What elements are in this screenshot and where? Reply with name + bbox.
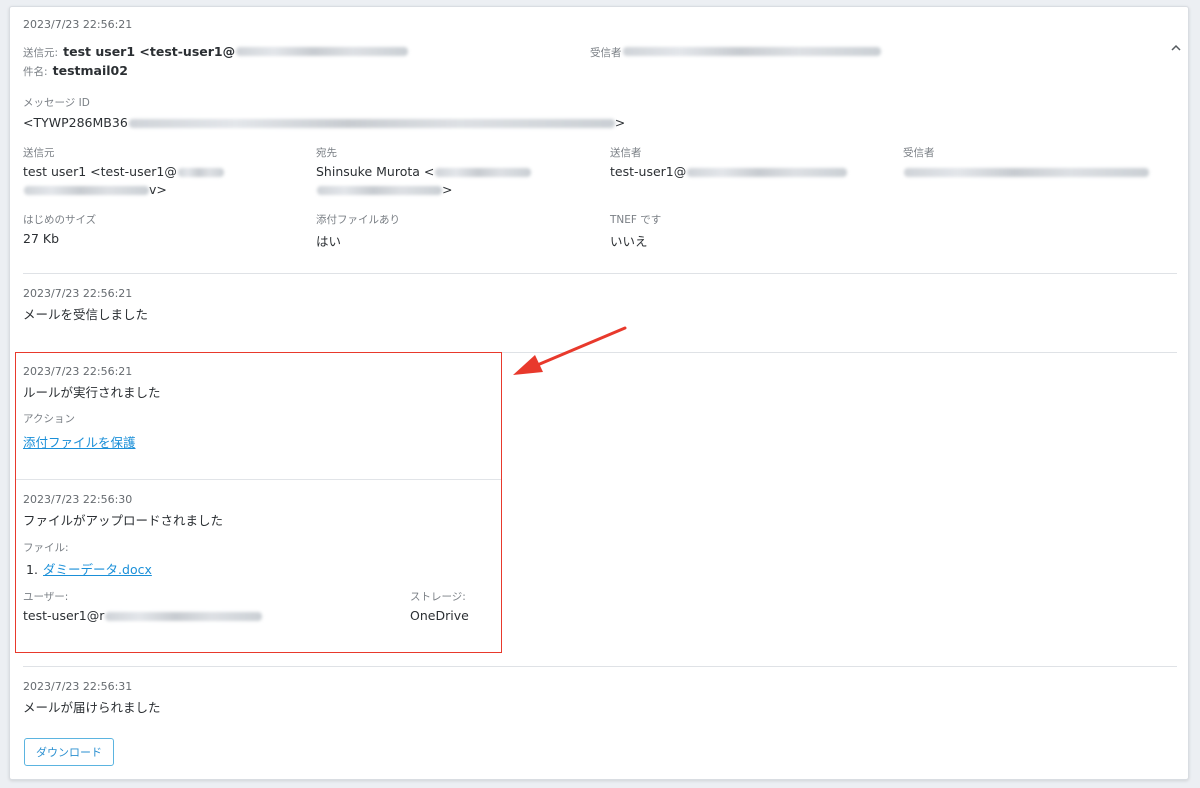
header-subject: 件名: testmail02 — [23, 60, 128, 79]
chevron-up-icon[interactable] — [1170, 43, 1182, 53]
sender-value: test-user1@ — [610, 164, 848, 179]
redacted-text — [236, 47, 409, 56]
message-id-value: <TYWP286MB36 > — [23, 115, 625, 130]
from-value-line2: v> — [23, 182, 167, 197]
storage-label: ストレージ: — [410, 591, 466, 603]
redacted-text — [128, 119, 615, 128]
header-recipient-label: 受信者 — [590, 47, 622, 59]
message-id-prefix: <TYWP286MB36 — [23, 115, 128, 130]
sender-value-text: test-user1@ — [610, 164, 687, 179]
to-value-line1: Shinsuke Murota < — [316, 164, 532, 179]
user-value: test-user1@r — [23, 608, 263, 623]
from-value-suffix: v> — [149, 182, 167, 197]
file-list-item: 1. ダミーデータ.docx — [26, 559, 152, 578]
user-label: ユーザー: — [23, 591, 69, 603]
from-value-line1: test user1 <test-user1@ — [23, 164, 224, 179]
header-sender: 送信元: test user1 <test-user1@ — [23, 41, 409, 60]
redacted-text — [622, 47, 881, 56]
storage-value: OneDrive — [410, 608, 469, 623]
recipient-value — [903, 164, 1149, 179]
from-label: 送信元 — [23, 147, 55, 159]
redacted-text — [435, 168, 532, 177]
size-value: 27 Kb — [23, 231, 60, 246]
file-link[interactable]: ダミーデータ.docx — [43, 562, 152, 577]
message-trace-card: 2023/7/23 22:56:21 送信元: test user1 <test… — [9, 6, 1189, 780]
attachment-label: 添付ファイルあり — [316, 214, 400, 226]
recipient-label: 受信者 — [903, 147, 935, 159]
redacted-text — [24, 186, 149, 195]
message-id-suffix: > — [614, 115, 626, 130]
event-title: ファイルがアップロードされました — [23, 513, 224, 528]
from-value-text: test user1 <test-user1@ — [23, 164, 177, 179]
attachment-value: はい — [316, 234, 342, 249]
tnef-value: いいえ — [610, 234, 648, 249]
divider — [23, 666, 1177, 667]
protect-attachment-link[interactable]: 添付ファイルを保護 — [23, 432, 136, 451]
to-value-text: Shinsuke Murota < — [316, 164, 435, 179]
event-timestamp: 2023/7/23 22:56:21 — [23, 287, 133, 300]
header-sender-value: test user1 <test-user1@ — [63, 44, 236, 59]
redacted-text — [687, 168, 848, 177]
redacted-text — [105, 612, 263, 621]
tnef-label: TNEF です — [610, 214, 662, 226]
header-subject-label: 件名: — [23, 66, 48, 78]
header-recipient: 受信者 — [590, 41, 881, 60]
redacted-text — [317, 186, 442, 195]
event-title: ルールが実行されました — [23, 385, 161, 400]
event-title: メールが届けられました — [23, 700, 161, 715]
redacted-text — [904, 168, 1149, 177]
event-timestamp: 2023/7/23 22:56:31 — [23, 680, 133, 693]
header-subject-value: testmail02 — [52, 63, 128, 78]
size-label: はじめのサイズ — [23, 214, 97, 226]
red-arrow-icon — [513, 326, 627, 375]
file-label: ファイル: — [23, 542, 69, 554]
sender-label: 送信者 — [610, 147, 642, 159]
header-sender-label: 送信元: — [23, 47, 59, 59]
download-button[interactable]: ダウンロード — [24, 738, 114, 766]
action-label: アクション — [23, 413, 75, 425]
to-label: 宛先 — [316, 147, 337, 159]
divider — [16, 479, 501, 480]
header-timestamp: 2023/7/23 22:56:21 — [23, 18, 133, 31]
message-id-label: メッセージ ID — [23, 97, 90, 109]
to-value-line2: > — [316, 182, 452, 197]
redacted-text — [177, 168, 224, 177]
divider — [23, 273, 1177, 274]
to-value-suffix: > — [442, 182, 453, 197]
event-timestamp: 2023/7/23 22:56:21 — [23, 365, 133, 378]
event-timestamp: 2023/7/23 22:56:30 — [23, 493, 133, 506]
file-index: 1. — [26, 562, 38, 577]
user-value-text: test-user1@r — [23, 608, 105, 623]
event-title: メールを受信しました — [23, 307, 149, 322]
